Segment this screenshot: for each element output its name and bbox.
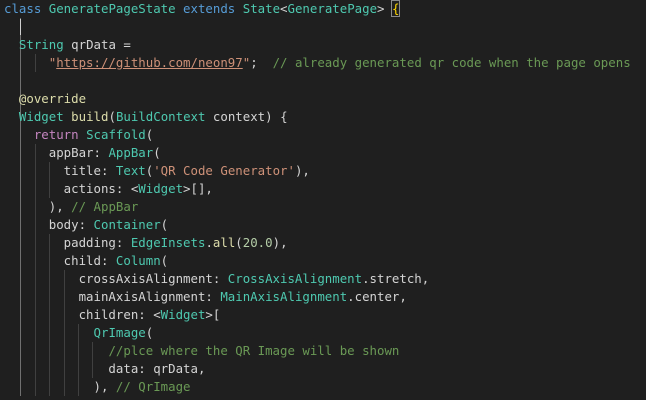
code-line: child: Column( — [4, 252, 646, 270]
code-token: padding: — [4, 235, 131, 250]
code-token: > — [377, 1, 392, 16]
code-token: body: — [4, 217, 94, 232]
code-line: Widget build(BuildContext context) { — [4, 108, 646, 126]
code-token: .stretch, — [362, 271, 430, 286]
code-token: // already generated qr code when the pa… — [272, 55, 631, 70]
code-token: Widget — [18, 109, 64, 124]
code-token: QrImage — [93, 325, 146, 340]
code-line: children: <Widget>[ — [4, 306, 646, 324]
code-token: Column — [115, 253, 161, 268]
code-line: String qrData = — [4, 36, 646, 54]
code-token: 'QR Code Generator' — [153, 163, 295, 178]
code-token: ( — [153, 145, 161, 160]
code-token: Scaffold — [86, 127, 146, 142]
code-token: ( — [160, 253, 169, 268]
code-token: >[ — [205, 307, 221, 322]
code-token: GeneratePageState — [48, 1, 176, 16]
code-line: padding: EdgeInsets.all(20.0), — [4, 234, 646, 252]
code-token: ( — [145, 127, 154, 142]
code-token: @override — [18, 91, 87, 106]
code-line: //plce where the QR Image will be shown — [4, 342, 646, 360]
code-line: crossAxisAlignment: CrossAxisAlignment.s… — [4, 270, 646, 288]
code-token: ( — [145, 325, 154, 340]
code-token: " — [4, 55, 57, 70]
code-line: QrImage( — [4, 324, 646, 342]
code-token: Widget — [138, 181, 184, 196]
code-line: actions: <Widget>[], — [4, 180, 646, 198]
code-token: Widget — [160, 307, 206, 322]
code-token: String — [18, 37, 64, 52]
code-line: class GeneratePageState extends State<Ge… — [4, 0, 646, 18]
code-token: { — [390, 0, 401, 17]
code-token: BuildContext — [115, 109, 206, 124]
code-token: //plce where the QR Image will be shown — [108, 343, 400, 358]
text-cursor — [20, 19, 22, 35]
code-token: // QrImage — [115, 379, 191, 394]
code-token: ; — [250, 55, 273, 70]
code-token: class — [4, 1, 49, 16]
code-token: data: qrData, — [4, 361, 206, 376]
code-token: context) { — [205, 109, 288, 124]
code-token: .center, — [347, 289, 407, 304]
code-line: body: Container( — [4, 216, 646, 234]
code-token: mainAxisAlignment: — [4, 289, 221, 304]
code-token: child: — [4, 253, 116, 268]
code-line: ), // AppBar — [4, 198, 646, 216]
code-token: crossAxisAlignment: — [4, 271, 228, 286]
code-token: ( — [108, 109, 116, 124]
code-token: ), — [294, 163, 310, 178]
code-line: mainAxisAlignment: MainAxisAlignment.cen… — [4, 288, 646, 306]
code-token: ( — [235, 235, 243, 250]
code-line: ), // QrImage — [4, 378, 646, 396]
code-token: return — [33, 127, 79, 142]
code-token: ), — [4, 199, 72, 214]
code-token: // AppBar — [71, 199, 139, 214]
code-token: State — [242, 1, 281, 16]
code-token: build — [71, 109, 109, 124]
code-line: data: qrData, — [4, 360, 646, 378]
code-token: title: — [4, 163, 116, 178]
code-token: 20.0 — [242, 235, 273, 250]
code-token: ), — [4, 379, 116, 394]
code-token: children: < — [4, 307, 161, 322]
code-token: MainAxisAlignment — [220, 289, 348, 304]
code-token: AppBar — [108, 145, 154, 160]
code-line: appBar: AppBar( — [4, 144, 646, 162]
code-token: Text — [115, 163, 146, 178]
code-token: < — [280, 1, 288, 16]
code-token: extends — [175, 1, 243, 16]
code-token: https://github.com/neon97 — [56, 55, 243, 70]
code-token: >[], — [183, 181, 213, 196]
code-token: EdgeInsets — [130, 235, 206, 250]
code-token: . — [205, 235, 213, 250]
code-editor[interactable]: class GeneratePageState extends State<Ge… — [0, 0, 646, 400]
code-line: @override — [4, 90, 646, 108]
code-line: title: Text('QR Code Generator'), — [4, 162, 646, 180]
code-token: actions: < — [4, 181, 139, 196]
code-token: Container — [93, 217, 161, 232]
code-token: ), — [272, 235, 288, 250]
code-token: GeneratePage — [287, 1, 378, 16]
code-token: CrossAxisAlignment — [227, 271, 363, 286]
code-token: appBar: — [4, 145, 109, 160]
code-line: return Scaffold( — [4, 126, 646, 144]
code-token: all — [212, 235, 236, 250]
code-token: ( — [160, 217, 169, 232]
code-line: "https://github.com/neon97"; // already … — [4, 54, 646, 72]
code-token: qrData = — [63, 37, 139, 52]
